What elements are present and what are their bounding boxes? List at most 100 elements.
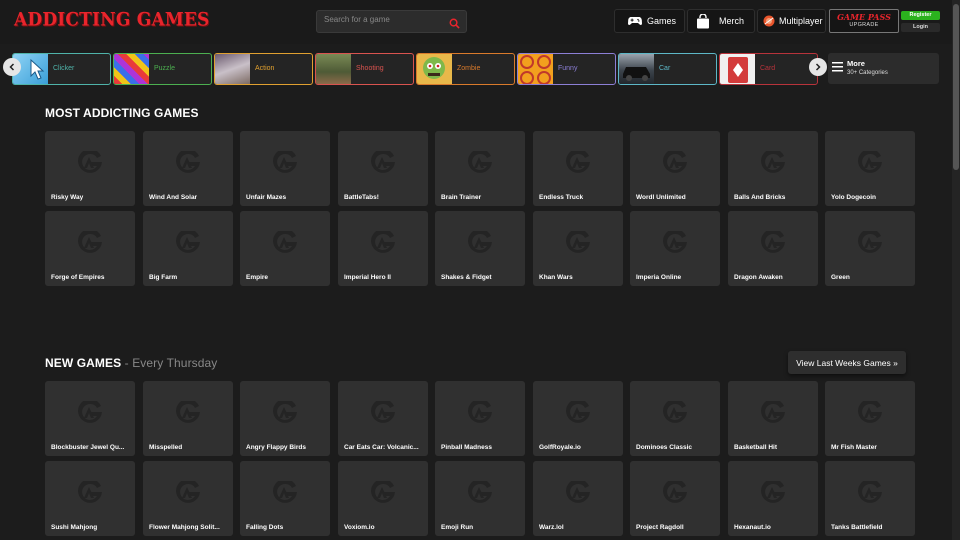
game-tile[interactable]: Big Farm: [143, 211, 233, 286]
scrollbar-thumb[interactable]: [953, 4, 959, 170]
ag-logo-icon: [663, 151, 687, 173]
game-tile[interactable]: Angry Flappy Birds: [240, 381, 330, 456]
game-title: Endless Truck: [539, 194, 584, 201]
view-last-weeks-button[interactable]: View Last Weeks Games »: [788, 351, 906, 374]
game-tile[interactable]: Flower Mahjong Solit...: [143, 461, 233, 536]
game-tile[interactable]: Car Eats Car: Volcanic...: [338, 381, 428, 456]
ag-logo-icon: [78, 401, 102, 423]
category-thumbnail: [316, 54, 351, 84]
category-action[interactable]: Action: [214, 53, 313, 85]
category-card[interactable]: Card: [719, 53, 818, 85]
category-next-arrow[interactable]: [809, 58, 827, 76]
game-tile[interactable]: Wordl Unlimited: [630, 131, 720, 206]
game-tile[interactable]: Dominoes Classic: [630, 381, 720, 456]
games-nav-button[interactable]: Games: [614, 9, 685, 33]
game-tile[interactable]: Wind And Solar: [143, 131, 233, 206]
ag-logo-icon: [468, 151, 492, 173]
page: ADDICTING GAMES Games Merch Multiplayer …: [0, 0, 960, 540]
search-input[interactable]: [324, 15, 444, 24]
category-zombie[interactable]: Zombie: [416, 53, 515, 85]
ag-logo-icon: [273, 151, 297, 173]
game-tile[interactable]: Khan Wars: [533, 211, 623, 286]
game-tile[interactable]: Emoji Run: [435, 461, 525, 536]
category-funny[interactable]: Funny: [517, 53, 616, 85]
game-tile[interactable]: Hexanaut.io: [728, 461, 818, 536]
site-logo[interactable]: ADDICTING GAMES: [14, 9, 210, 31]
game-title: Voxiom.io: [344, 524, 375, 531]
ag-logo-icon: [273, 401, 297, 423]
category-label: Action: [255, 65, 275, 72]
hamburger-icon: [832, 62, 843, 72]
game-title: Wordl Unlimited: [636, 194, 686, 201]
ag-logo-icon: [468, 231, 492, 253]
game-tile[interactable]: Brain Trainer: [435, 131, 525, 206]
game-tile[interactable]: Imperial Hero II: [338, 211, 428, 286]
category-strip: Clicker Puzzle Action Shooting Zombie Fu…: [0, 50, 952, 88]
game-tile[interactable]: Green: [825, 211, 915, 286]
game-title: Mr Fish Master: [831, 444, 877, 451]
game-tile[interactable]: Basketball Hit: [728, 381, 818, 456]
game-title: Emoji Run: [441, 524, 474, 531]
game-title: Flower Mahjong Solit...: [149, 524, 220, 531]
multiplayer-nav-button[interactable]: Multiplayer: [757, 9, 826, 33]
game-tile[interactable]: Unfair Mazes: [240, 131, 330, 206]
category-label: Card: [760, 65, 776, 72]
game-title: Misspelled: [149, 444, 183, 451]
new-games-heading: NEW GAMES - Every Thursday: [45, 356, 217, 370]
game-tile[interactable]: Misspelled: [143, 381, 233, 456]
category-thumbnail: [518, 54, 553, 84]
category-puzzle[interactable]: Puzzle: [113, 53, 212, 85]
merch-nav-button[interactable]: Merch: [687, 9, 755, 33]
game-title: Warz.lol: [539, 524, 564, 531]
merch-nav-label: Merch: [719, 16, 745, 26]
more-sub-label: 30+ Categories: [847, 70, 888, 76]
game-tile[interactable]: Empire: [240, 211, 330, 286]
game-tile[interactable]: Sushi Mahjong: [45, 461, 135, 536]
category-prev-arrow[interactable]: [3, 58, 21, 76]
game-tile[interactable]: Balls And Bricks: [728, 131, 818, 206]
ag-logo-icon: [761, 401, 785, 423]
game-title: Project Ragdoll: [636, 524, 684, 531]
game-tile[interactable]: Pinball Madness: [435, 381, 525, 456]
new-games-subtitle: - Every Thursday: [121, 356, 218, 370]
ag-logo-icon: [371, 401, 395, 423]
game-tile[interactable]: Imperia Online: [630, 211, 720, 286]
game-tile[interactable]: BattleTabs!: [338, 131, 428, 206]
game-tile[interactable]: Mr Fish Master: [825, 381, 915, 456]
game-title: Empire: [246, 274, 269, 281]
game-tile[interactable]: Falling Dots: [240, 461, 330, 536]
category-label: Puzzle: [154, 65, 176, 72]
game-pass-title: GAME PASS: [837, 12, 891, 22]
page-scrollbar[interactable]: [952, 0, 960, 540]
game-pass-upgrade-button[interactable]: GAME PASS UPGRADE: [829, 9, 899, 33]
game-tile[interactable]: Project Ragdoll: [630, 461, 720, 536]
more-categories-button[interactable]: More 30+ Categories: [828, 53, 939, 84]
most-addicting-title: MOST ADDICTING GAMES: [45, 106, 199, 120]
category-label: Funny: [558, 65, 578, 72]
game-tile[interactable]: Shakes & Fidget: [435, 211, 525, 286]
search-icon[interactable]: [449, 16, 460, 34]
game-tile[interactable]: Endless Truck: [533, 131, 623, 206]
category-shooting[interactable]: Shooting: [315, 53, 414, 85]
category-thumbnail: [417, 54, 452, 84]
search-box: [316, 10, 467, 33]
category-car[interactable]: Car: [618, 53, 717, 85]
login-button[interactable]: Login: [901, 23, 940, 32]
game-tile[interactable]: Forge of Empires: [45, 211, 135, 286]
category-clicker[interactable]: Clicker: [12, 53, 111, 85]
game-tile[interactable]: GolfRoyale.io: [533, 381, 623, 456]
game-tile[interactable]: Warz.lol: [533, 461, 623, 536]
game-tile[interactable]: Yolo Dogecoin: [825, 131, 915, 206]
game-title: Tanks Battlefield: [831, 524, 883, 531]
game-tile[interactable]: Tanks Battlefield: [825, 461, 915, 536]
ag-logo-icon: [273, 481, 297, 503]
chevron-left-icon: [9, 63, 15, 71]
ag-logo-icon: [78, 481, 102, 503]
game-tile[interactable]: Dragon Awaken: [728, 211, 818, 286]
game-tile[interactable]: Risky Way: [45, 131, 135, 206]
game-title: Basketball Hit: [734, 444, 777, 451]
game-title: Unfair Mazes: [246, 194, 287, 201]
game-tile[interactable]: Voxiom.io: [338, 461, 428, 536]
game-tile[interactable]: Blockbuster Jewel Qu...: [45, 381, 135, 456]
register-button[interactable]: Register: [901, 11, 940, 20]
